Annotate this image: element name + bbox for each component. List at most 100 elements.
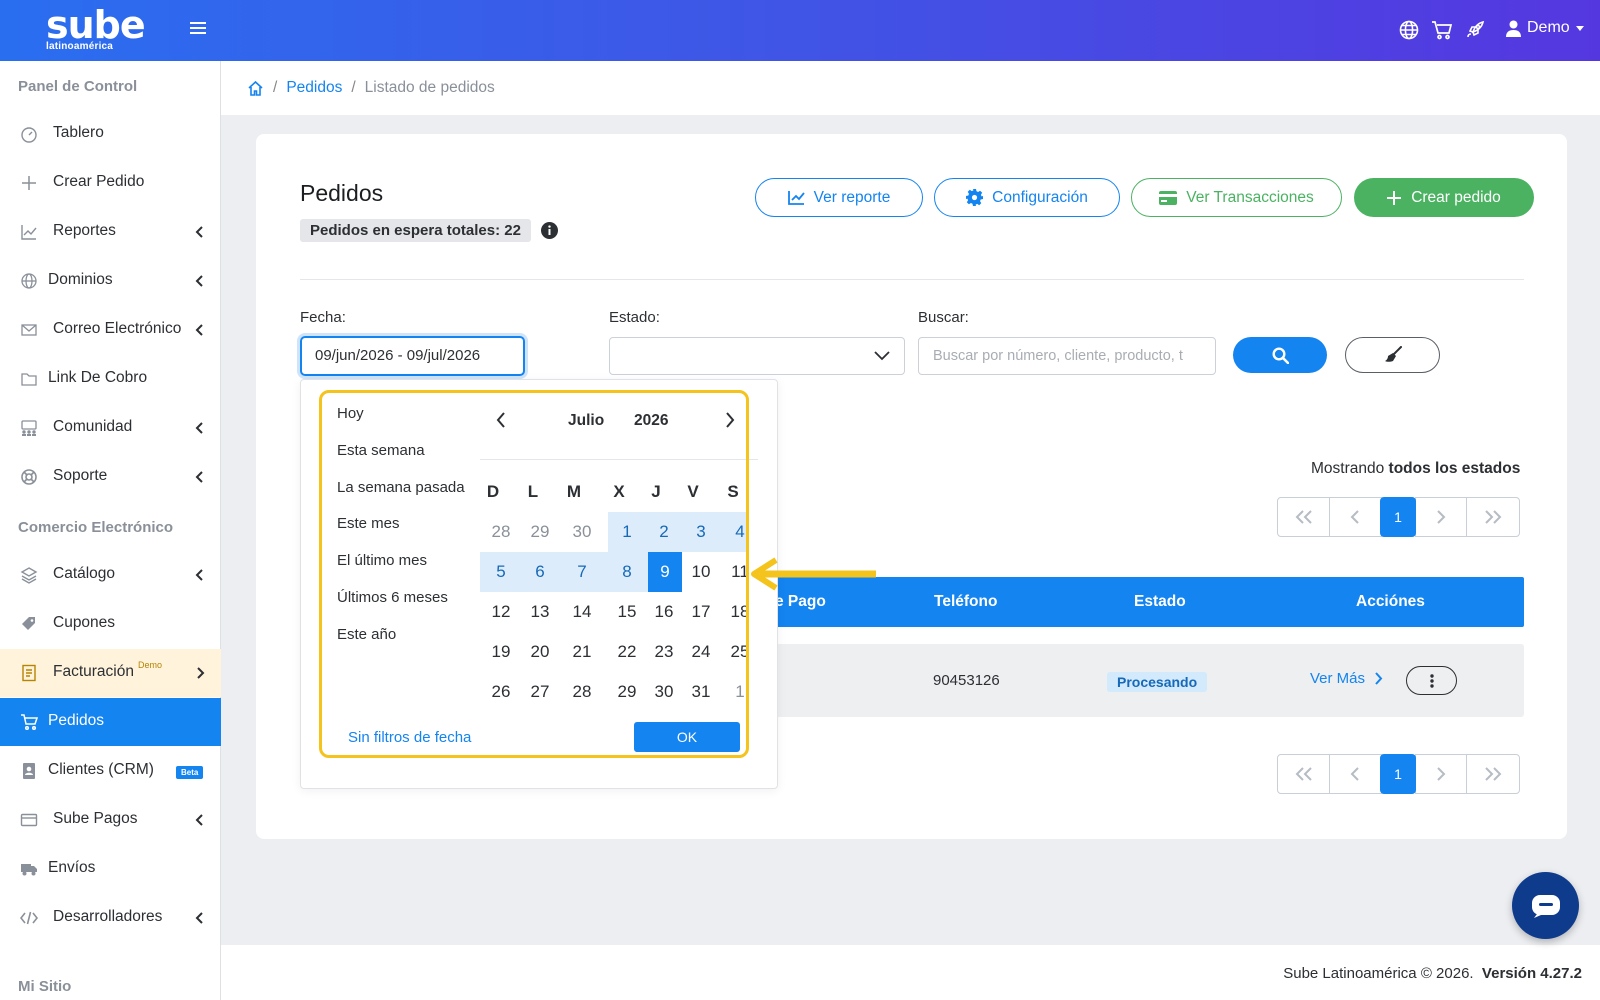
clear-filters-button[interactable]	[1345, 337, 1440, 373]
calendar-month[interactable]: Julio	[568, 412, 604, 430]
calendar-next-month-button[interactable]	[725, 412, 735, 428]
calendar-day[interactable]: 30	[655, 682, 674, 702]
preset-este-mes[interactable]: Este mes	[337, 515, 400, 532]
sidebar-item-cupones[interactable]: Cupones	[0, 600, 221, 648]
calendar-day[interactable]: 10	[692, 562, 711, 582]
crear-pedido-button[interactable]: Crear pedido	[1354, 178, 1534, 217]
folder-icon	[21, 373, 37, 386]
ver-transacciones-button[interactable]: Ver Transacciones	[1131, 178, 1342, 217]
calendar-prev-month-button[interactable]	[496, 412, 506, 428]
sidebar-item-pedidos[interactable]: Pedidos	[0, 698, 221, 746]
info-icon[interactable]	[541, 222, 558, 239]
sidebar-item-catalogo[interactable]: Catálogo	[0, 551, 221, 599]
arrow-left-icon	[751, 557, 876, 591]
pending-orders-badge: Pedidos en espera totales: 22	[300, 219, 531, 242]
calendar-day[interactable]: 12	[492, 602, 511, 622]
search-input[interactable]	[918, 337, 1216, 375]
first-page-button[interactable]	[1277, 497, 1330, 537]
calendar-day[interactable]: 31	[692, 682, 711, 702]
calendar-day[interactable]: 3	[696, 522, 705, 542]
sidebar-item-facturacion[interactable]: Facturación Demo	[0, 649, 221, 697]
calendar-day[interactable]: 26	[492, 682, 511, 702]
next-page-button[interactable]	[1414, 497, 1468, 537]
prev-page-button[interactable]	[1328, 497, 1382, 537]
calendar-day[interactable]: 1	[735, 682, 744, 702]
sidebar-item-soporte[interactable]: Soporte	[0, 453, 221, 501]
sidebar-item-comunidad[interactable]: Comunidad	[0, 404, 221, 452]
sidebar-item-dominios[interactable]: Dominios	[0, 257, 221, 305]
calendar-day[interactable]: 7	[577, 562, 586, 582]
calendar-day[interactable]: 2	[659, 522, 668, 542]
calendar-day[interactable]: 24	[692, 642, 711, 662]
calendar-day[interactable]: 30	[573, 522, 592, 542]
globe-icon[interactable]	[1399, 20, 1419, 40]
preset-ultimo-mes[interactable]: El último mes	[337, 552, 427, 569]
calendar-day[interactable]: 20	[531, 642, 550, 662]
calendar-day[interactable]: 8	[622, 562, 631, 582]
calendar-day-selected[interactable]: 9	[660, 562, 669, 582]
chevron-right-icon	[726, 412, 735, 428]
preset-esta-semana[interactable]: Esta semana	[337, 442, 425, 459]
configuracion-button[interactable]: Configuración	[934, 178, 1120, 217]
logo[interactable]: sube latinoamérica	[46, 6, 146, 54]
calendar-day[interactable]: 28	[573, 682, 592, 702]
calendar-day[interactable]: 14	[573, 602, 592, 622]
preset-semana-pasada[interactable]: La semana pasada	[337, 479, 465, 496]
ver-reporte-button[interactable]: Ver reporte	[755, 178, 923, 217]
sidebar-item-crear-pedido[interactable]: Crear Pedido	[0, 159, 221, 207]
calendar-day[interactable]: 1	[622, 522, 631, 542]
current-page-button[interactable]: 1	[1380, 497, 1416, 537]
search-button[interactable]	[1233, 337, 1327, 373]
calendar-day[interactable]: 16	[655, 602, 674, 622]
last-page-button[interactable]	[1466, 497, 1520, 537]
calendar-day[interactable]: 23	[655, 642, 674, 662]
sidebar-item-envios[interactable]: Envíos	[0, 845, 221, 893]
home-icon[interactable]	[247, 80, 264, 97]
calendar-day[interactable]: 27	[531, 682, 550, 702]
chat-button[interactable]	[1512, 872, 1579, 939]
user-menu[interactable]: Demo	[1506, 19, 1584, 37]
no-date-filter-link[interactable]: Sin filtros de fecha	[348, 729, 471, 746]
sidebar-item-link-cobro[interactable]: Link De Cobro	[0, 355, 221, 403]
sidebar-item-desarrolladores[interactable]: Desarrolladores	[0, 894, 221, 942]
calendar-day[interactable]: 17	[692, 602, 711, 622]
sidebar-item-clientes[interactable]: Clientes (CRM) Beta	[0, 747, 221, 795]
estado-select[interactable]	[609, 337, 905, 375]
preset-este-ano[interactable]: Este año	[337, 626, 396, 643]
sidebar-item-sube-pagos[interactable]: Sube Pagos	[0, 796, 221, 844]
rocket-icon[interactable]	[1465, 20, 1485, 40]
hamburger-menu-icon[interactable]	[190, 21, 206, 35]
breadcrumb-link-pedidos[interactable]: Pedidos	[286, 79, 342, 97]
current-page-button[interactable]: 1	[1380, 754, 1416, 794]
calendar-day[interactable]: 18	[731, 602, 748, 622]
row-actions-menu[interactable]	[1406, 666, 1457, 695]
preset-ultimos-6-meses[interactable]: Últimos 6 meses	[337, 589, 448, 606]
cart-icon[interactable]	[1431, 20, 1453, 40]
calendar-day[interactable]: 28	[492, 522, 511, 542]
first-page-button[interactable]	[1277, 754, 1330, 794]
calendar-day[interactable]: 29	[531, 522, 550, 542]
calendar-day[interactable]: 21	[573, 642, 592, 662]
calendar-day[interactable]: 11	[731, 562, 748, 582]
calendar-day[interactable]: 25	[731, 642, 748, 662]
calendar-year[interactable]: 2026	[634, 412, 668, 430]
last-page-button[interactable]	[1466, 754, 1520, 794]
sidebar-item-reportes[interactable]: Reportes	[0, 208, 221, 256]
prev-page-button[interactable]	[1328, 754, 1382, 794]
datepicker-ok-button[interactable]: OK	[634, 722, 740, 752]
calendar-day[interactable]: 5	[496, 562, 505, 582]
ver-mas-link[interactable]: Ver Más	[1310, 670, 1383, 687]
calendar-day[interactable]: 22	[618, 642, 637, 662]
sidebar-item-tablero[interactable]: Tablero	[0, 110, 221, 158]
calendar-day[interactable]: 29	[618, 682, 637, 702]
preset-hoy[interactable]: Hoy	[337, 405, 364, 422]
calendar-day[interactable]: 13	[531, 602, 550, 622]
chevron-left-icon	[195, 569, 203, 581]
calendar-day[interactable]: 19	[492, 642, 511, 662]
calendar-day[interactable]: 15	[618, 602, 637, 622]
calendar-day[interactable]: 4	[735, 522, 744, 542]
date-range-input[interactable]: 09/jun/2026 - 09/jul/2026	[300, 336, 525, 376]
sidebar-item-correo[interactable]: Correo Electrónico	[0, 306, 221, 354]
calendar-day[interactable]: 6	[535, 562, 544, 582]
next-page-button[interactable]	[1414, 754, 1468, 794]
